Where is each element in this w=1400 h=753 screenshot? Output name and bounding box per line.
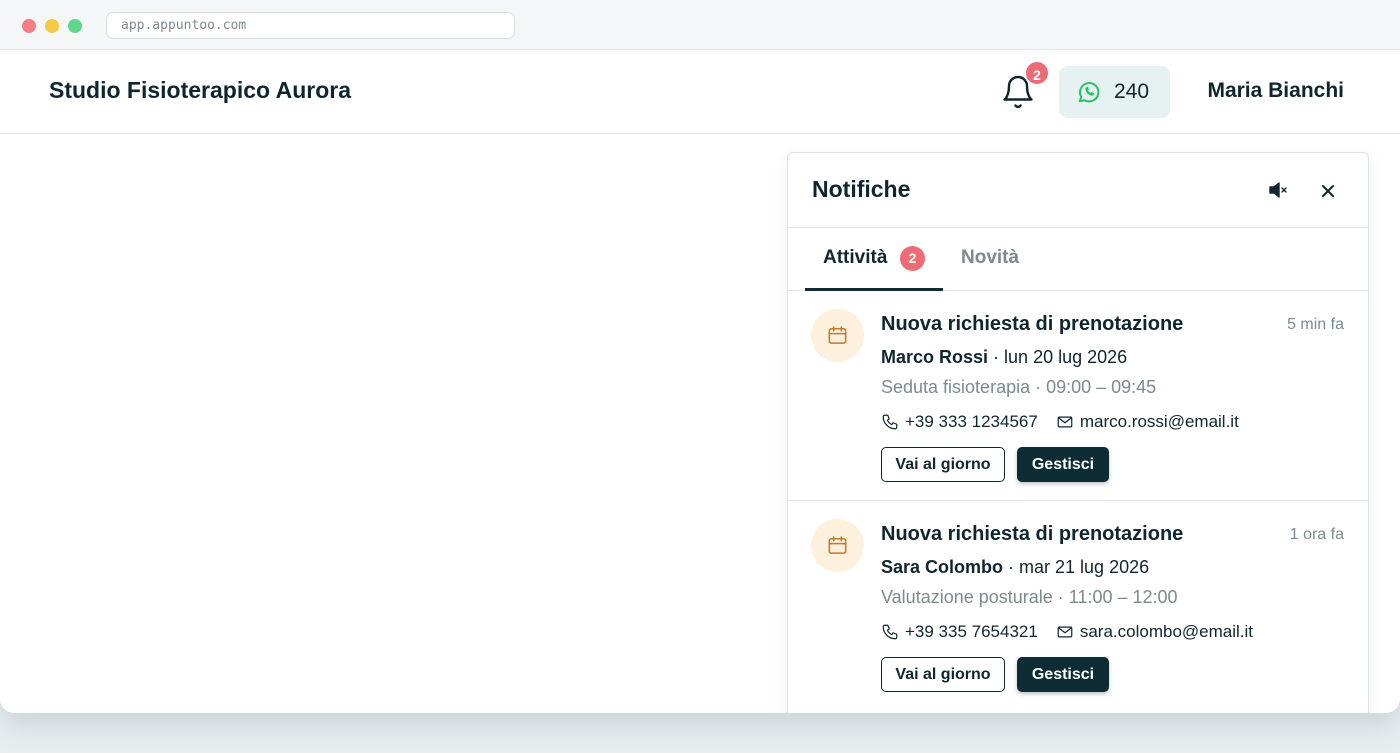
notification-time: 1 ora fa xyxy=(1289,526,1344,543)
calendar-icon xyxy=(811,309,864,362)
panel-title: Notifiche xyxy=(812,176,911,202)
browser-chrome: app.appuntoo.com xyxy=(0,0,1400,50)
maximize-window-dot[interactable] xyxy=(68,19,82,33)
app-header: Studio Fisioterapico Aurora 2 240 Maria … xyxy=(0,50,1400,134)
notification-person: Sara Colombo · mar 21 lug 2026 xyxy=(881,557,1149,578)
close-panel-button[interactable] xyxy=(1314,177,1342,205)
email-address[interactable]: marco.rossi@email.it xyxy=(1080,412,1239,432)
tab-news-label: Novità xyxy=(961,247,1020,268)
notification-title: Nuova richiesta di prenotazione xyxy=(881,523,1184,545)
manage-button[interactable]: Gestisci xyxy=(1017,657,1109,692)
browser-window: app.appuntoo.com Studio Fisioterapico Au… xyxy=(0,0,1400,713)
phone-number[interactable]: +39 333 1234567 xyxy=(905,412,1038,432)
minimize-window-dot[interactable] xyxy=(45,19,59,33)
whatsapp-icon xyxy=(1076,79,1102,105)
whatsapp-credits-count: 240 xyxy=(1114,80,1150,103)
panel-header: Notifiche xyxy=(788,153,1368,228)
appointment-date: · lun 20 lug 2026 xyxy=(988,347,1128,367)
contact-info: +39 333 1234567 marco.rossi@email.it xyxy=(881,412,1239,432)
manage-button[interactable]: Gestisci xyxy=(1017,447,1109,482)
mute-sound-icon[interactable] xyxy=(1266,178,1292,204)
appointment-date: · mar 21 lug 2026 xyxy=(1003,557,1150,577)
tab-activity-badge: 2 xyxy=(900,246,925,271)
notification-title: Nuova richiesta di prenotazione xyxy=(881,313,1184,335)
tab-activity[interactable]: Attività 2 xyxy=(805,228,943,291)
whatsapp-credits-button[interactable]: 240 xyxy=(1059,66,1170,118)
mail-icon xyxy=(1057,626,1073,638)
user-menu[interactable]: Maria Bianchi xyxy=(1207,79,1344,103)
contact-info: +39 335 7654321 sara.colombo@email.it xyxy=(881,622,1253,642)
close-window-dot[interactable] xyxy=(22,19,36,33)
phone-icon xyxy=(882,414,898,430)
phone-icon xyxy=(882,624,898,640)
appointment-service: Seduta fisioterapia · 09:00 – 09:45 xyxy=(881,377,1157,397)
studio-name: Studio Fisioterapico Aurora xyxy=(49,77,352,103)
close-icon xyxy=(1322,185,1334,197)
notification-person: Marco Rossi · lun 20 lug 2026 xyxy=(881,347,1127,368)
patient-name: Sara Colombo xyxy=(881,557,1004,577)
tab-activity-label: Attività xyxy=(823,247,888,268)
tab-news[interactable]: Novità xyxy=(943,228,1043,291)
go-to-day-button[interactable]: Vai al giorno xyxy=(881,447,1005,482)
calendar-icon xyxy=(811,519,864,572)
notification-item: Nuova richiesta di prenotazione 1 ora fa… xyxy=(788,501,1368,711)
mail-icon xyxy=(1057,416,1073,428)
phone-number[interactable]: +39 335 7654321 xyxy=(905,622,1038,642)
url-bar[interactable]: app.appuntoo.com xyxy=(106,12,515,39)
notification-item: Nuova richiesta di prenotazione 5 min fa… xyxy=(788,291,1368,501)
patient-name: Marco Rossi xyxy=(881,347,989,367)
panel-tabs: Attività 2 Novità xyxy=(788,228,1368,291)
appointment-service: Valutazione posturale · 11:00 – 12:00 xyxy=(881,587,1178,607)
notification-count-badge: 2 xyxy=(1024,60,1050,86)
notifications-panel: Notifiche Attività 2 Novità Nuova richie… xyxy=(787,152,1369,713)
email-address[interactable]: sara.colombo@email.it xyxy=(1080,622,1253,642)
go-to-day-button[interactable]: Vai al giorno xyxy=(881,657,1005,692)
notification-time: 5 min fa xyxy=(1287,316,1344,333)
